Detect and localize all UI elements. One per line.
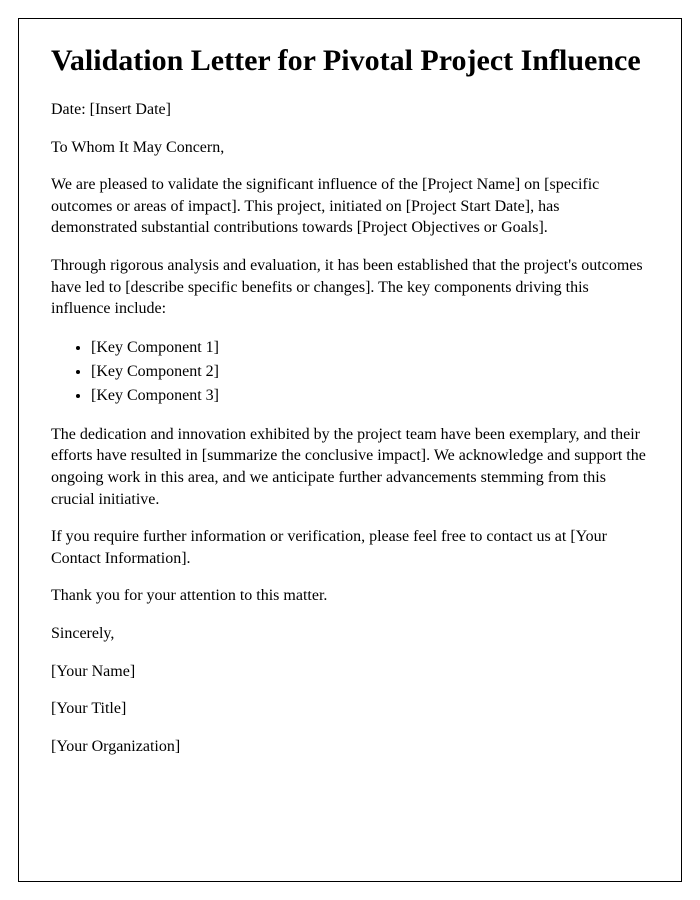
dedication-paragraph: The dedication and innovation exhibited … <box>51 424 649 510</box>
signature-org: [Your Organization] <box>51 736 649 758</box>
signature-title: [Your Title] <box>51 698 649 720</box>
intro-paragraph: We are pleased to validate the significa… <box>51 174 649 239</box>
signature-name: [Your Name] <box>51 661 649 683</box>
list-item: [Key Component 3] <box>91 384 649 408</box>
key-components-list: [Key Component 1] [Key Component 2] [Key… <box>91 336 649 408</box>
analysis-paragraph: Through rigorous analysis and evaluation… <box>51 255 649 320</box>
document-frame: Validation Letter for Pivotal Project In… <box>18 18 682 882</box>
contact-paragraph: If you require further information or ve… <box>51 526 649 569</box>
list-item: [Key Component 2] <box>91 360 649 384</box>
salutation: To Whom It May Concern, <box>51 137 649 159</box>
thanks-line: Thank you for your attention to this mat… <box>51 585 649 607</box>
closing-line: Sincerely, <box>51 623 649 645</box>
list-item: [Key Component 1] <box>91 336 649 360</box>
page-title: Validation Letter for Pivotal Project In… <box>51 43 649 79</box>
date-line: Date: [Insert Date] <box>51 99 649 121</box>
